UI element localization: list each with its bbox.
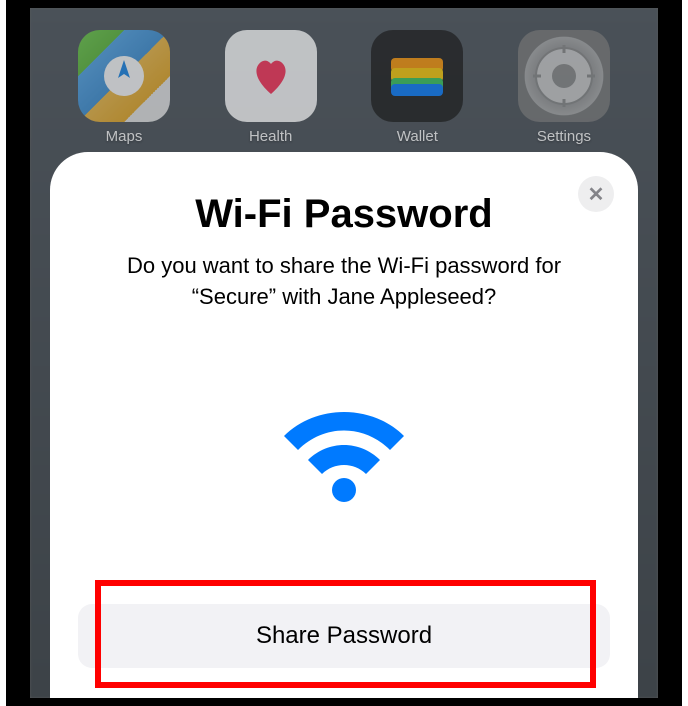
app-label: Health bbox=[249, 128, 292, 145]
home-app-row: Maps Health Wallet Settings bbox=[30, 30, 658, 145]
app-label: Wallet bbox=[397, 128, 438, 145]
health-icon bbox=[225, 30, 317, 122]
share-button-label: Share Password bbox=[256, 622, 432, 649]
wifi-icon-wrap bbox=[274, 333, 414, 584]
app-label: Maps bbox=[106, 128, 143, 145]
settings-icon bbox=[518, 30, 610, 122]
close-icon: ✕ bbox=[588, 182, 605, 207]
close-button[interactable]: ✕ bbox=[578, 176, 614, 212]
wifi-icon bbox=[274, 408, 414, 508]
wallet-icon bbox=[371, 30, 463, 122]
app-label: Settings bbox=[537, 128, 591, 145]
app-wallet[interactable]: Wallet bbox=[371, 30, 463, 145]
modal-title: Wi-Fi Password bbox=[195, 192, 492, 237]
share-password-button[interactable]: Share Password bbox=[78, 604, 610, 668]
modal-subtitle: Do you want to share the Wi-Fi password … bbox=[104, 251, 584, 313]
phone-frame: Maps Health Wallet Settings bbox=[22, 0, 666, 706]
app-health[interactable]: Health bbox=[225, 30, 317, 145]
maps-icon bbox=[78, 30, 170, 122]
phone-screen: Maps Health Wallet Settings bbox=[30, 8, 658, 698]
app-settings[interactable]: Settings bbox=[518, 30, 610, 145]
app-maps[interactable]: Maps bbox=[78, 30, 170, 145]
wifi-share-modal: ✕ Wi-Fi Password Do you want to share th… bbox=[50, 152, 638, 698]
